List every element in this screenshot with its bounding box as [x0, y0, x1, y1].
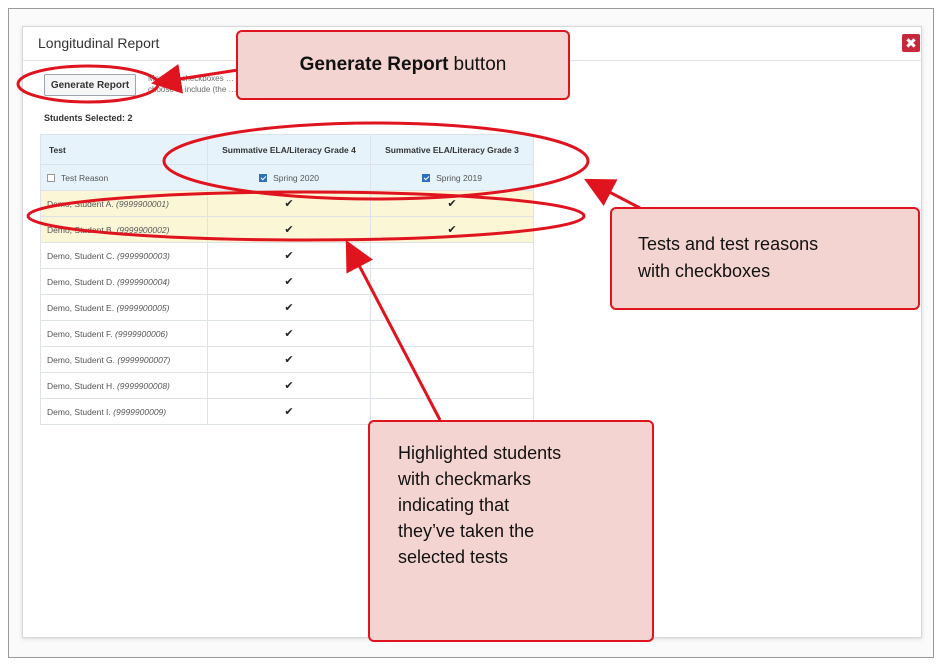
checkmark-icon — [370, 372, 534, 399]
checkmark-icon — [370, 268, 534, 295]
table-row[interactable]: Demo, Student G. (9999900007) ✔ — [40, 346, 534, 373]
student-id: (9999900009) — [113, 406, 167, 417]
checkmark-icon: ✔ — [207, 216, 371, 243]
checkmark-icon: ✔ — [207, 372, 371, 399]
student-name-cell: Demo, Student H. (9999900008) — [40, 372, 208, 399]
checkmark-icon: ✔ — [207, 242, 371, 269]
student-name: Demo, Student D. — [47, 276, 115, 287]
test-reason-cell[interactable]: Test Reason — [40, 164, 208, 191]
callout-bot-line: indicating that — [398, 495, 510, 515]
test-reason-label: Test Reason — [61, 172, 109, 183]
table-row[interactable]: Demo, Student H. (9999900008) ✔ — [40, 372, 534, 399]
reason-cell-grade4[interactable]: Spring 2020 — [207, 164, 371, 191]
student-name-cell: Demo, Student D. (9999900004) — [40, 268, 208, 295]
checkmark-icon — [370, 320, 534, 347]
student-id: (9999900007) — [117, 354, 171, 365]
student-name: Demo, Student F. — [47, 328, 113, 339]
checkmark-icon: ✔ — [207, 294, 371, 321]
student-name: Demo, Student I. — [47, 406, 111, 417]
close-button[interactable]: ✖ — [902, 34, 920, 52]
table-row[interactable]: Demo, Student D. (9999900004) ✔ — [40, 268, 534, 295]
callout-mid-line: Tests and test reasons — [638, 234, 819, 254]
checkbox-icon[interactable] — [47, 173, 55, 182]
students-selected-count: Students Selected: 2 — [44, 113, 133, 123]
callout-highlighted-students: Highlighted students with checkmarks ind… — [368, 420, 654, 642]
table-row[interactable]: Demo, Student E. (9999900005) ✔ — [40, 294, 534, 321]
reason-label-grade4: Spring 2020 — [273, 172, 319, 183]
student-name-cell: Demo, Student F. (9999900006) — [40, 320, 208, 347]
checkmark-icon: ✔ — [370, 190, 534, 217]
table-header-row: Test Summative ELA/Literacy Grade 4 Summ… — [40, 134, 534, 165]
checkmark-icon: ✔ — [207, 320, 371, 347]
reason-label-grade3: Spring 2019 — [436, 172, 482, 183]
student-name-cell: Demo, Student C. (9999900003) — [40, 242, 208, 269]
student-id: (9999900003) — [116, 250, 170, 261]
student-id: (9999900001) — [116, 198, 169, 209]
close-icon: ✖ — [905, 34, 917, 51]
student-test-table: Test Summative ELA/Literacy Grade 4 Summ… — [40, 134, 534, 425]
callout-bot-line: selected tests — [398, 547, 509, 567]
student-name-cell: Demo, Student B. (9999900002) — [40, 216, 208, 243]
checkmark-icon — [370, 294, 534, 321]
student-name-cell: Demo, Student E. (9999900005) — [40, 294, 208, 321]
table-row[interactable]: Demo, Student A. (9999900001) ✔ ✔ — [40, 190, 534, 217]
checkmark-icon: ✔ — [370, 216, 534, 243]
checkmark-icon: ✔ — [207, 268, 371, 295]
checkbox-icon[interactable] — [259, 173, 268, 182]
student-name: Demo, Student C. — [47, 250, 115, 261]
student-name: Demo, Student G. — [47, 354, 116, 365]
student-id: (9999900005) — [116, 302, 170, 313]
student-id: (9999900008) — [116, 380, 170, 391]
checkmark-icon: ✔ — [207, 346, 371, 373]
checkbox-icon[interactable] — [422, 173, 431, 182]
student-name-cell: Demo, Student A. (9999900001) — [40, 190, 208, 217]
table-row[interactable]: Demo, Student B. (9999900002) ✔ ✔ — [40, 216, 534, 243]
student-id: (9999900006) — [115, 328, 168, 339]
callout-mid-line: with checkboxes — [638, 261, 771, 281]
test-column-header: Test — [40, 134, 208, 165]
test-reason-row: Test Reason Spring 2020 Spring 2019 — [40, 164, 534, 191]
checkmark-icon: ✔ — [207, 190, 371, 217]
student-name-cell: Demo, Student I. (9999900009) — [40, 398, 208, 425]
student-name: Demo, Student E. — [47, 302, 115, 313]
test-header-grade4: Summative ELA/Literacy Grade 4 — [207, 134, 371, 165]
test-header-grade3: Summative ELA/Literacy Grade 3 — [370, 134, 534, 165]
student-name-cell: Demo, Student G. (9999900007) — [40, 346, 208, 373]
generate-report-button[interactable]: Generate Report — [44, 74, 136, 96]
callout-bot-line: Highlighted students — [398, 443, 562, 463]
callout-generate-report: Generate Report button — [236, 30, 570, 100]
callout-top-rest: button — [453, 54, 507, 75]
callout-top-bold: Generate Report — [299, 54, 449, 75]
student-name: Demo, Student A. — [47, 198, 114, 209]
checkmark-icon: ✔ — [207, 398, 371, 425]
checkmark-icon — [370, 242, 534, 269]
student-name: Demo, Student B. — [47, 224, 115, 235]
modal-title: Longitudinal Report — [38, 35, 160, 51]
checkmark-icon — [370, 346, 534, 373]
table-row[interactable]: Demo, Student F. (9999900006) ✔ — [40, 320, 534, 347]
student-id: (9999900004) — [116, 276, 170, 287]
reason-cell-grade3[interactable]: Spring 2019 — [370, 164, 534, 191]
table-row[interactable]: Demo, Student C. (9999900003) ✔ — [40, 242, 534, 269]
callout-tests-reasons: Tests and test reasons with checkboxes — [610, 207, 920, 310]
callout-bot-line: with checkmarks — [398, 469, 532, 489]
callout-bot-line: they’ve taken the — [398, 521, 535, 541]
student-id: (9999900002) — [116, 224, 170, 235]
student-name: Demo, Student H. — [47, 380, 115, 391]
